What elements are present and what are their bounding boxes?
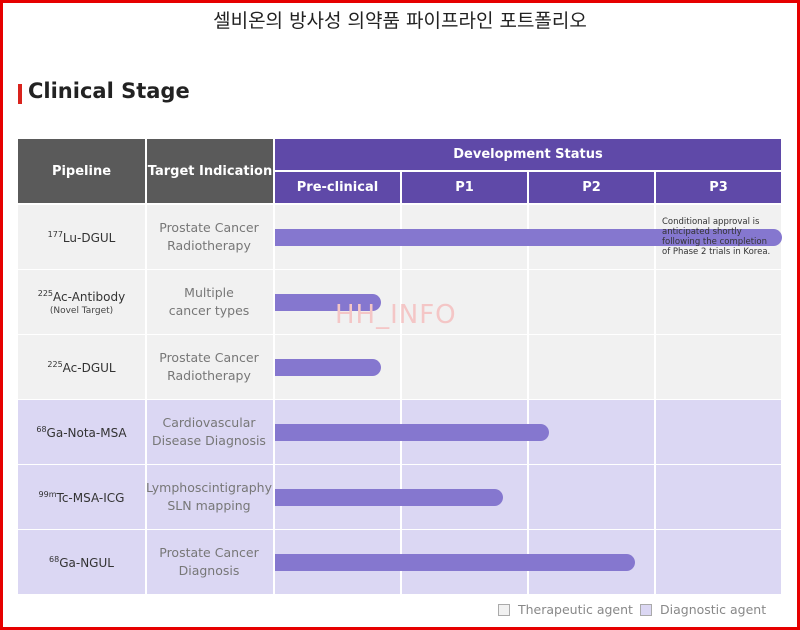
table-row: 68Ga-Nota-MSA Cardiovascular Disease Diagn… (18, 400, 781, 464)
compound-name: Lu-DGUL (62, 230, 116, 245)
column-divider (527, 335, 529, 399)
indication-line: cancer types (168, 303, 250, 318)
legend-diagnostic-label: Diagnostic agent (660, 602, 767, 617)
indication-line: Lymphoscintigraphy (145, 480, 273, 495)
compound-name: Ac-Antibody (53, 289, 126, 304)
pipeline-name: 68Ga-Nota-MSA (18, 400, 145, 464)
header-target-indication: Target Indication (147, 139, 273, 203)
table-row: 68Ga-NGUL Prostate Cancer Diagnosis (18, 530, 781, 594)
column-divider (654, 400, 656, 464)
column-divider (527, 270, 529, 334)
page-title: 셀비온의 방사성 의약품 파이프라인 포트폴리오 (213, 10, 587, 32)
pipeline-name: 225Ac-Antibody (Novel Target) (18, 270, 145, 334)
indication-line: Prostate Cancer (159, 545, 259, 560)
legend-therapeutic-label: Therapeutic agent (518, 602, 633, 617)
column-divider (654, 335, 656, 399)
progress-bar (275, 554, 635, 571)
target-indication: Prostate Cancer Diagnosis (145, 530, 273, 594)
column-divider (527, 465, 529, 529)
column-divider (145, 530, 147, 594)
indication-line: Radiotherapy (167, 368, 251, 383)
compound-name: Ac-DGUL (62, 360, 116, 375)
column-divider (400, 335, 402, 399)
column-divider (145, 400, 147, 464)
compound-name: Ga-Nota-MSA (46, 425, 127, 440)
isotope-mass: 68 (49, 554, 60, 564)
pipeline-name: 99mTc-MSA-ICG (18, 465, 145, 529)
compound-subtitle: (Novel Target) (49, 305, 114, 316)
header-phase-preclinical: Pre-clinical (275, 172, 400, 203)
header-phase-p1: P1 (402, 172, 527, 203)
column-divider (145, 270, 147, 334)
pipeline-name: 177Lu-DGUL (18, 205, 145, 269)
column-divider (654, 530, 656, 594)
section-title: Clinical Stage (28, 79, 190, 103)
target-indication: Cardiovascular Disease Diagnosis (145, 400, 273, 464)
column-divider (654, 270, 656, 334)
indication-line: Prostate Cancer (159, 220, 259, 235)
target-indication: Multiple cancer types (145, 270, 273, 334)
pipeline-table: Pipeline Target Indication Development S… (18, 139, 782, 594)
header-development-status: Development Status (275, 139, 781, 170)
table-row: 99mTc-MSA-ICG Lymphoscintigraphy SLN mappi… (18, 465, 781, 529)
section-marker (18, 84, 22, 104)
table-row: 225Ac-DGUL Prostate Cancer Radiotherapy (18, 335, 781, 399)
therapeutic-swatch (498, 603, 510, 616)
indication-line: Cardiovascular (162, 415, 256, 430)
compound-name: Ga-NGUL (59, 555, 114, 570)
column-divider (145, 205, 147, 269)
indication-line: Radiotherapy (167, 238, 251, 253)
diagnostic-swatch (640, 603, 652, 616)
column-divider (654, 465, 656, 529)
header-phase-p3: P3 (656, 172, 781, 203)
indication-line: Disease Diagnosis (152, 433, 266, 448)
header-phase-p2: P2 (529, 172, 654, 203)
legend-diagnostic: Diagnostic agent (640, 602, 766, 617)
indication-line: SLN mapping (167, 498, 251, 513)
indication-line: Diagnosis (178, 563, 240, 578)
target-indication: Prostate Cancer Radiotherapy (145, 335, 273, 399)
target-indication: Lymphoscintigraphy SLN mapping (145, 465, 273, 529)
watermark: HH_INFO (335, 300, 457, 330)
column-divider (145, 465, 147, 529)
isotope-mass: 68 (36, 424, 47, 434)
legend-therapeutic: Therapeutic agent (498, 602, 633, 617)
column-divider (145, 335, 147, 399)
progress-bar (275, 359, 381, 376)
isotope-mass: 225 (37, 288, 54, 298)
isotope-mass: 225 (47, 359, 63, 369)
p3-note: Conditional approval is anticipated shor… (662, 217, 771, 257)
isotope-mass: 99m (38, 489, 57, 499)
target-indication: Prostate Cancer Radiotherapy (145, 205, 273, 269)
progress-bar (275, 424, 549, 441)
isotope-mass: 177 (47, 229, 63, 239)
progress-bar (275, 489, 503, 506)
header-pipeline: Pipeline (18, 139, 145, 203)
compound-name: Tc-MSA-ICG (56, 490, 125, 505)
pipeline-name: 68Ga-NGUL (18, 530, 145, 594)
pipeline-name: 225Ac-DGUL (18, 335, 145, 399)
indication-line: Multiple (184, 285, 234, 300)
indication-line: Prostate Cancer (159, 350, 259, 365)
